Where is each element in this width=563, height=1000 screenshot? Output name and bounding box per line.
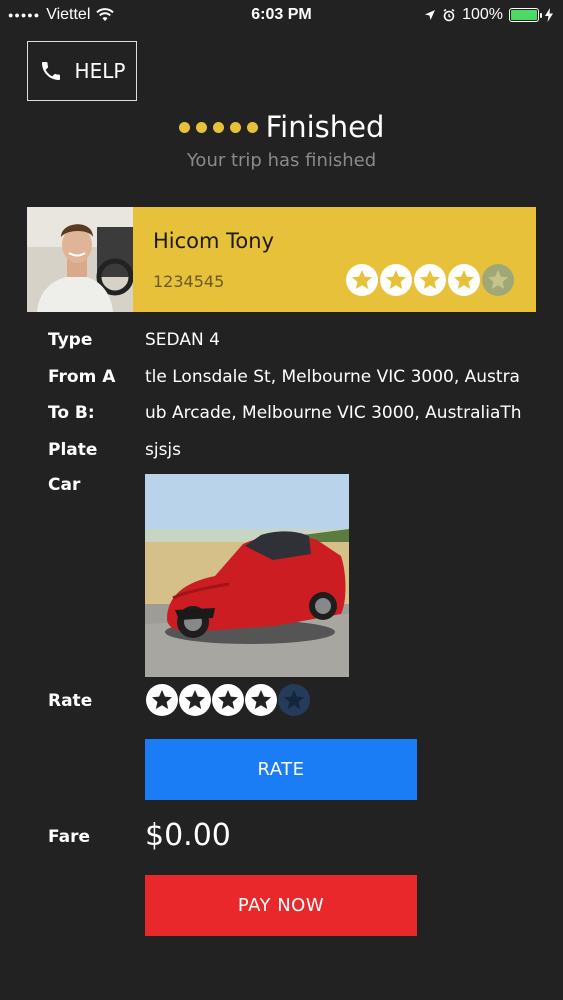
driver-info: Hicom Tony 1234545: [133, 207, 536, 312]
type-label: Type: [48, 330, 93, 350]
rate-label: Rate: [48, 691, 93, 711]
star-icon: [448, 264, 480, 296]
trip-status-subtitle: Your trip has finished: [186, 150, 377, 171]
rate-button[interactable]: RATE: [145, 739, 417, 800]
help-button[interactable]: HELP: [27, 41, 137, 101]
help-label: HELP: [74, 59, 126, 83]
from-label: From A: [48, 367, 116, 387]
rate-stars[interactable]: [146, 684, 311, 716]
to-address: ub Arcade, Melbourne VIC 3000, Australia…: [145, 403, 522, 423]
plate-label: Plate: [48, 440, 98, 460]
location-arrow-icon: [425, 10, 436, 20]
car-label: Car: [48, 475, 81, 495]
driver-photo-image: [27, 207, 133, 312]
driver-card[interactable]: Hicom Tony 1234545: [27, 207, 536, 312]
star-icon: [380, 264, 412, 296]
battery-percent: 100%: [462, 6, 503, 23]
from-address: tle Lonsdale St, Melbourne VIC 3000, Aus…: [145, 367, 520, 387]
to-label: To B:: [48, 403, 95, 423]
plate-value: sjsjs: [145, 440, 182, 460]
driver-avatar: [27, 207, 133, 312]
type-value: SEDAN 4: [145, 330, 220, 350]
fare-amount: $0.00: [145, 818, 231, 853]
car-photo: [145, 474, 349, 677]
status-right: 100%: [424, 6, 553, 24]
progress-dot: [229, 121, 241, 133]
battery-icon: [509, 8, 542, 22]
star-icon: [414, 264, 446, 296]
trip-status-header: Finished Your trip has finished: [0, 110, 563, 171]
pay-now-button[interactable]: PAY NOW: [145, 875, 417, 936]
progress-dot: [178, 121, 190, 133]
star-icon[interactable]: [146, 684, 178, 716]
star-icon: [346, 264, 378, 296]
driver-id: 1234545: [153, 272, 225, 291]
star-icon[interactable]: [179, 684, 211, 716]
progress-dot: [195, 121, 207, 133]
charging-icon: [545, 8, 553, 22]
star-icon[interactable]: [245, 684, 277, 716]
trip-status-title: Finished: [265, 110, 385, 144]
star-icon: [482, 264, 514, 296]
progress-dots: [178, 121, 258, 133]
status-row: Finished: [0, 110, 563, 144]
driver-name: Hicom Tony: [153, 229, 274, 253]
progress-dot: [246, 121, 258, 133]
alarm-icon: [443, 8, 455, 22]
driver-rating: [346, 264, 514, 296]
fare-label: Fare: [48, 827, 91, 847]
status-bar: ●●●●● Viettel 6:03 PM 100%: [0, 0, 563, 30]
star-icon[interactable]: [278, 684, 310, 716]
phone-icon: [41, 62, 60, 80]
star-icon[interactable]: [212, 684, 244, 716]
progress-dot: [212, 121, 224, 133]
